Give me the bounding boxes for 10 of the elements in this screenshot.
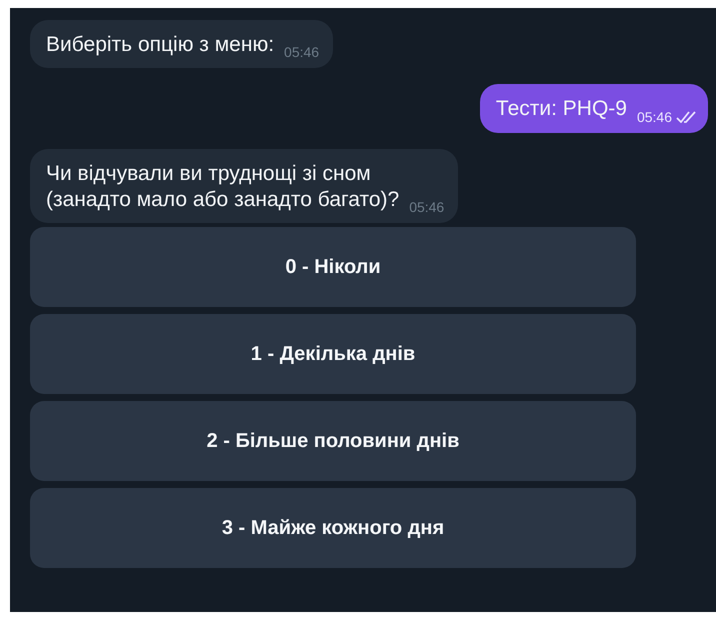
keyboard-button[interactable]: 1 - Декілька днів	[30, 314, 636, 394]
message-time: 05:46	[636, 108, 672, 124]
keyboard-button[interactable]: 3 - Майже кожного дня	[30, 488, 636, 568]
message-text: Чи відчували ви труднощі зі сном (занадто мало або занадто багато)?	[46, 160, 400, 213]
message-time: 05:46	[284, 44, 320, 60]
keyboard-button[interactable]: 2 - Більше половини днів	[30, 401, 636, 481]
message-text: Тести: PHQ-9	[496, 96, 627, 122]
message-time: 05:46	[409, 199, 444, 215]
keyboard-button[interactable]: 0 - Ніколи	[30, 227, 636, 307]
message-text: Виберіть опцію з меню:	[46, 32, 274, 58]
